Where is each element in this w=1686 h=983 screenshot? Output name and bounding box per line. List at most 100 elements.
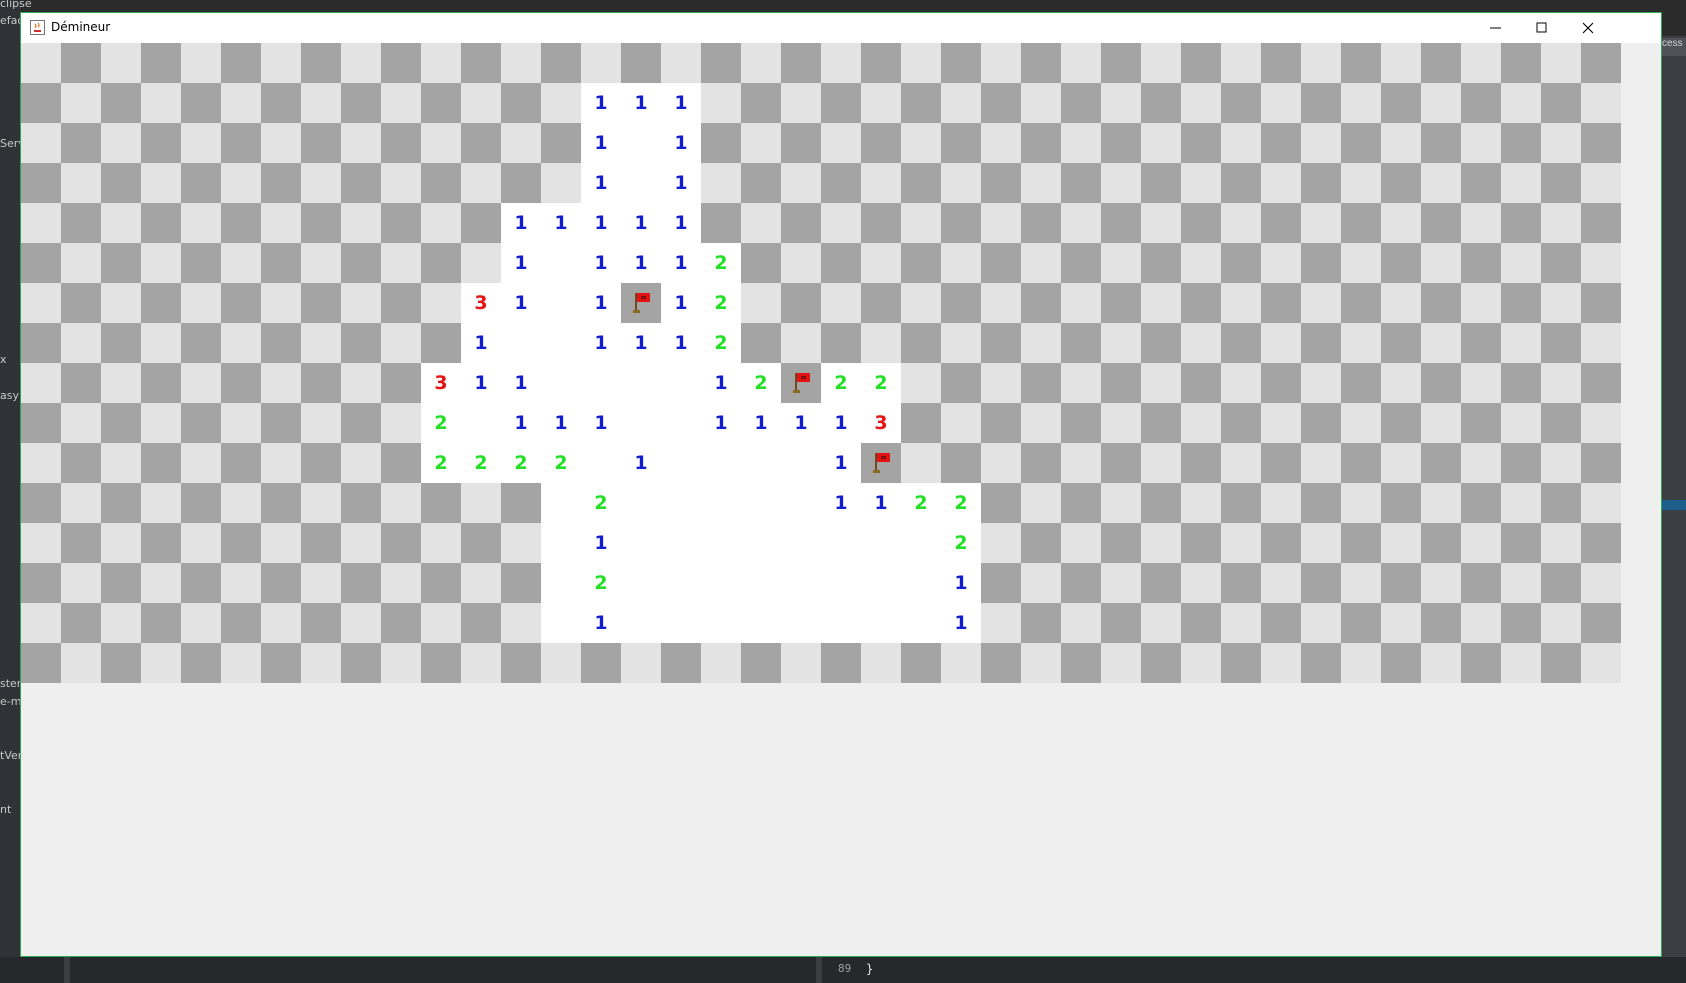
hidden-cell[interactable] (1381, 43, 1421, 83)
hidden-cell[interactable] (1141, 163, 1181, 203)
hidden-cell[interactable] (861, 163, 901, 203)
hidden-cell[interactable] (261, 483, 301, 523)
hidden-cell[interactable] (101, 163, 141, 203)
hidden-cell[interactable] (1221, 123, 1261, 163)
hidden-cell[interactable] (1301, 483, 1341, 523)
hidden-cell[interactable] (941, 443, 981, 483)
hidden-cell[interactable] (21, 523, 61, 563)
hidden-cell[interactable] (1541, 123, 1581, 163)
hidden-cell[interactable] (1541, 163, 1581, 203)
hidden-cell[interactable] (1021, 243, 1061, 283)
hidden-cell[interactable] (21, 43, 61, 83)
hidden-cell[interactable] (1261, 43, 1301, 83)
hidden-cell[interactable] (1301, 43, 1341, 83)
hidden-cell[interactable] (1181, 403, 1221, 443)
hidden-cell[interactable] (861, 283, 901, 323)
hidden-cell[interactable] (1381, 403, 1421, 443)
hidden-cell[interactable] (501, 563, 541, 603)
hidden-cell[interactable] (1461, 163, 1501, 203)
flagged-cell[interactable] (861, 443, 901, 483)
hidden-cell[interactable] (1021, 283, 1061, 323)
hidden-cell[interactable] (141, 603, 181, 643)
hidden-cell[interactable] (1101, 603, 1141, 643)
hidden-cell[interactable] (1181, 563, 1221, 603)
hidden-cell[interactable] (421, 43, 461, 83)
hidden-cell[interactable] (21, 643, 61, 683)
hidden-cell[interactable] (501, 83, 541, 123)
hidden-cell[interactable] (101, 443, 141, 483)
hidden-cell[interactable] (61, 123, 101, 163)
hidden-cell[interactable] (1381, 203, 1421, 243)
hidden-cell[interactable] (1021, 603, 1061, 643)
hidden-cell[interactable] (1181, 83, 1221, 123)
hidden-cell[interactable] (141, 83, 181, 123)
hidden-cell[interactable] (501, 643, 541, 683)
hidden-cell[interactable] (1221, 563, 1261, 603)
hidden-cell[interactable] (701, 203, 741, 243)
hidden-cell[interactable] (1421, 563, 1461, 603)
hidden-cell[interactable] (221, 403, 261, 443)
hidden-cell[interactable] (1301, 563, 1341, 603)
hidden-cell[interactable] (421, 523, 461, 563)
hidden-cell[interactable] (1381, 643, 1421, 683)
hidden-cell[interactable] (381, 643, 421, 683)
hidden-cell[interactable] (341, 323, 381, 363)
hidden-cell[interactable] (421, 203, 461, 243)
hidden-cell[interactable] (341, 603, 381, 643)
hidden-cell[interactable] (221, 283, 261, 323)
hidden-cell[interactable] (781, 43, 821, 83)
hidden-cell[interactable] (1381, 83, 1421, 123)
hidden-cell[interactable] (1461, 283, 1501, 323)
hidden-cell[interactable] (181, 363, 221, 403)
hidden-cell[interactable] (701, 83, 741, 123)
hidden-cell[interactable] (981, 563, 1021, 603)
hidden-cell[interactable] (1301, 603, 1341, 643)
hidden-cell[interactable] (341, 203, 381, 243)
hidden-cell[interactable] (101, 323, 141, 363)
hidden-cell[interactable] (541, 83, 581, 123)
hidden-cell[interactable] (1061, 323, 1101, 363)
hidden-cell[interactable] (1301, 163, 1341, 203)
hidden-cell[interactable] (1581, 363, 1621, 403)
hidden-cell[interactable] (781, 123, 821, 163)
hidden-cell[interactable] (1021, 483, 1061, 523)
hidden-cell[interactable] (301, 323, 341, 363)
hidden-cell[interactable] (1061, 203, 1101, 243)
hidden-cell[interactable] (661, 643, 701, 683)
hidden-cell[interactable] (741, 643, 781, 683)
hidden-cell[interactable] (1061, 643, 1101, 683)
hidden-cell[interactable] (1181, 243, 1221, 283)
hidden-cell[interactable] (1021, 563, 1061, 603)
hidden-cell[interactable] (101, 643, 141, 683)
hidden-cell[interactable] (1181, 43, 1221, 83)
hidden-cell[interactable] (141, 203, 181, 243)
hidden-cell[interactable] (1221, 523, 1261, 563)
hidden-cell[interactable] (461, 243, 501, 283)
hidden-cell[interactable] (181, 523, 221, 563)
hidden-cell[interactable] (1221, 403, 1261, 443)
hidden-cell[interactable] (1541, 643, 1581, 683)
hidden-cell[interactable] (901, 123, 941, 163)
hidden-cell[interactable] (741, 283, 781, 323)
hidden-cell[interactable] (381, 323, 421, 363)
hidden-cell[interactable] (901, 203, 941, 243)
hidden-cell[interactable] (421, 123, 461, 163)
hidden-cell[interactable] (1381, 123, 1421, 163)
hidden-cell[interactable] (1261, 643, 1301, 683)
hidden-cell[interactable] (301, 403, 341, 443)
hidden-cell[interactable] (261, 363, 301, 403)
flagged-cell[interactable] (621, 283, 661, 323)
hidden-cell[interactable] (1581, 323, 1621, 363)
hidden-cell[interactable] (461, 43, 501, 83)
hidden-cell[interactable] (1061, 523, 1101, 563)
hidden-cell[interactable] (1141, 203, 1181, 243)
hidden-cell[interactable] (1581, 563, 1621, 603)
hidden-cell[interactable] (1341, 283, 1381, 323)
hidden-cell[interactable] (381, 363, 421, 403)
hidden-cell[interactable] (1141, 323, 1181, 363)
hidden-cell[interactable] (101, 563, 141, 603)
hidden-cell[interactable] (981, 203, 1021, 243)
hidden-cell[interactable] (1021, 323, 1061, 363)
hidden-cell[interactable] (1501, 603, 1541, 643)
hidden-cell[interactable] (941, 283, 981, 323)
